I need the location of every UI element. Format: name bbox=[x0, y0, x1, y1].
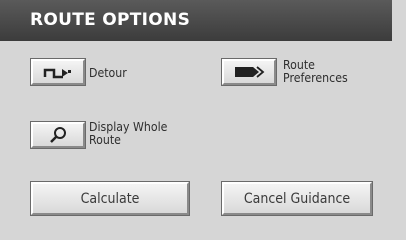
route-preferences-button[interactable] bbox=[221, 58, 277, 86]
route-tag-icon bbox=[233, 65, 265, 79]
calculate-button[interactable]: Calculate bbox=[30, 181, 190, 216]
route-preferences-label: Route Preferences bbox=[283, 58, 348, 84]
display-whole-route-label: Display Whole Route bbox=[89, 120, 167, 146]
detour-arrow-icon bbox=[43, 65, 73, 79]
detour-button[interactable] bbox=[30, 58, 86, 86]
display-whole-route-button[interactable] bbox=[30, 121, 86, 149]
route-preferences-label-line2: Preferences bbox=[283, 70, 348, 85]
route-options-screen: ROUTE OPTIONS Detour Route Preferences D… bbox=[0, 0, 406, 240]
cancel-guidance-button[interactable]: Cancel Guidance bbox=[221, 181, 373, 216]
screen-title: ROUTE OPTIONS bbox=[0, 0, 392, 41]
detour-label: Detour bbox=[89, 65, 127, 80]
magnifier-icon bbox=[48, 126, 68, 144]
display-whole-route-label-line2: Route bbox=[89, 132, 121, 147]
